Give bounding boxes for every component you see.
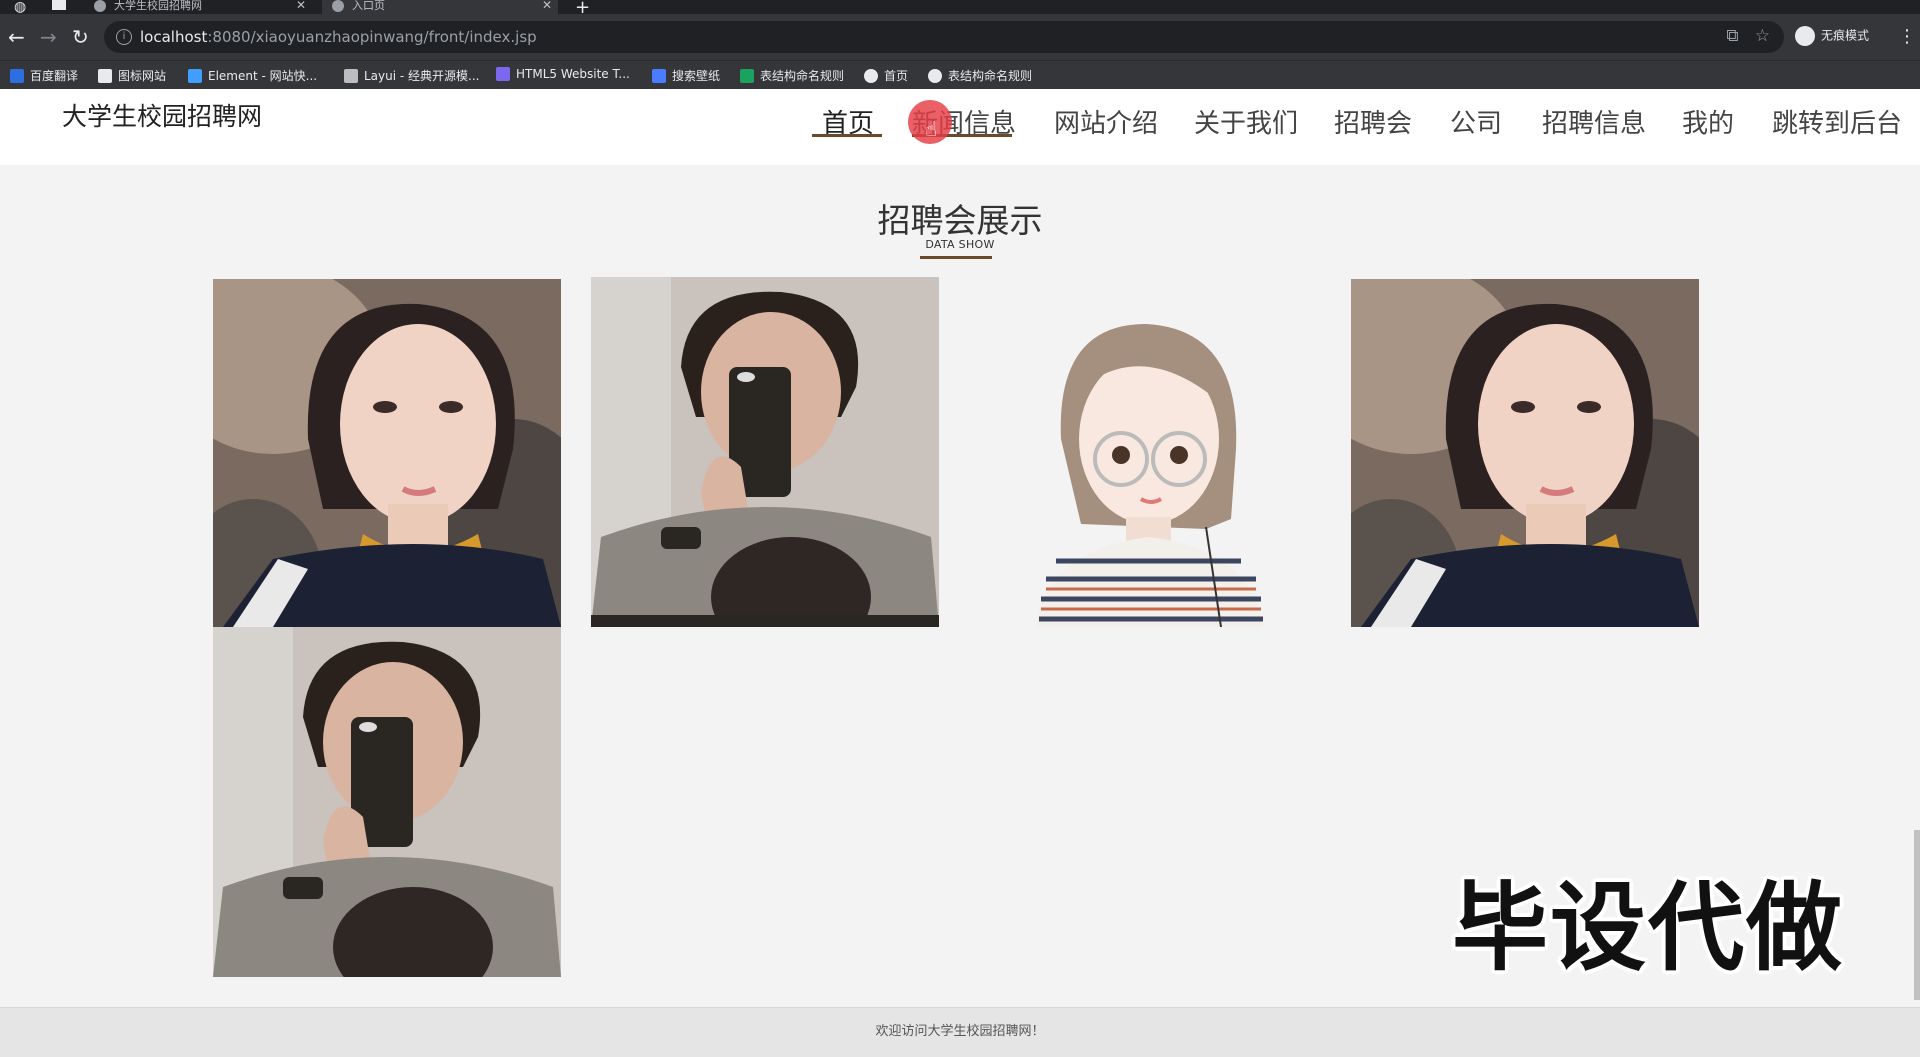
site-header: 大学生校园招聘网 首页 新闻信息 网站介绍 关于我们 招聘会 公司 招聘信息 我…	[0, 89, 1920, 165]
bookmarks-bar: 百度翻译 图标网站 Element - 网站快... Layui - 经典开源模…	[0, 60, 1920, 89]
flag-icon	[98, 69, 112, 83]
job-fair-item[interactable]	[1001, 279, 1349, 627]
nav-mine[interactable]: 我的	[1682, 103, 1734, 140]
globe-icon	[928, 69, 942, 83]
nav-site-intro[interactable]: 网站介绍	[1054, 103, 1158, 140]
bookmark-item[interactable]: Element - 网站快...	[188, 67, 317, 84]
address-url[interactable]: localhost:8080/xiaoyuanzhaopinwang/front…	[140, 28, 537, 46]
nav-company[interactable]: 公司	[1450, 103, 1502, 140]
tab-title: 大学生校园招聘网	[114, 0, 202, 12]
bookmark-item[interactable]: 搜索壁纸	[652, 67, 720, 84]
nav-job-info[interactable]: 招聘信息	[1542, 103, 1646, 140]
bookmark-label: Element - 网站快...	[208, 69, 318, 83]
menu-icon[interactable]: ⋮	[1898, 26, 1916, 47]
section-title-underline	[920, 256, 992, 259]
toolbar-right-icons: ⧉ ☆	[1726, 26, 1770, 46]
bookmark-label: 图标网站	[118, 69, 167, 83]
incognito-icon	[1795, 26, 1815, 46]
forward-icon[interactable]: →	[40, 22, 57, 52]
nav-about-us[interactable]: 关于我们	[1194, 103, 1298, 140]
nav-job-fair[interactable]: 招聘会	[1334, 103, 1412, 140]
site-footer: 欢迎访问大学生校园招聘网！	[0, 1007, 1920, 1057]
sheet-icon	[740, 69, 754, 83]
html5-icon	[496, 67, 510, 81]
job-fair-item[interactable]	[1351, 279, 1699, 627]
scrollbar-thumb[interactable]	[1914, 830, 1920, 1000]
bookmark-item[interactable]: 表结构命名规则	[740, 67, 844, 84]
bookmark-item[interactable]: 图标网站	[98, 67, 166, 84]
site-logo[interactable]: 大学生校园招聘网	[62, 97, 262, 133]
job-fair-item[interactable]	[213, 279, 561, 627]
bookmark-label: Layui - 经典开源模...	[364, 69, 480, 83]
close-icon[interactable]: ✕	[296, 0, 306, 11]
job-fair-item[interactable]	[591, 277, 939, 627]
section-title: 招聘会展示	[877, 201, 1043, 240]
girl-photo-icon	[1351, 279, 1699, 627]
bookmark-label: 首页	[884, 69, 909, 83]
wallpaper-icon	[652, 69, 666, 83]
translate-icon[interactable]: ⧉	[1726, 26, 1738, 46]
layui-icon	[344, 69, 358, 83]
bookmark-item[interactable]: HTML5 Website T...	[496, 67, 630, 81]
cartoon-girl-icon	[1001, 279, 1349, 627]
tab-2[interactable]: 入口页 ✕	[322, 0, 558, 14]
footer-text: 欢迎访问大学生校园招聘网！	[875, 1024, 1045, 1039]
star-icon[interactable]: ☆	[1755, 26, 1770, 46]
bookmark-label: 搜索壁纸	[672, 69, 721, 83]
bookmark-item[interactable]: Layui - 经典开源模...	[344, 67, 479, 84]
bookmark-label: 表结构命名规则	[760, 69, 845, 83]
bookmark-item[interactable]: 表结构命名规则	[928, 67, 1032, 84]
bookmark-label: HTML5 Website T...	[516, 67, 630, 81]
bookmark-item[interactable]: 首页	[864, 67, 908, 84]
tab-1[interactable]: 大学生校园招聘网 ✕	[94, 0, 312, 14]
element-icon	[188, 69, 202, 83]
boy-mirror-selfie-icon	[213, 627, 561, 977]
bookmark-label: 百度翻译	[30, 69, 79, 83]
browser-toolbar: ← → ↻ i localhost:8080/xiaoyuanzhaopinwa…	[0, 14, 1920, 60]
boy-mirror-selfie-icon	[591, 277, 939, 627]
bookmark-item[interactable]: 百度翻译	[10, 67, 78, 84]
tab-title: 入口页	[352, 0, 385, 12]
incognito-label: 无痕模式	[1821, 28, 1870, 43]
url-host: localhost	[140, 28, 208, 46]
reload-icon[interactable]: ↻	[72, 22, 89, 52]
incognito-indicator[interactable]: 无痕模式	[1795, 26, 1869, 46]
hand-pointer-icon: ☝	[925, 117, 938, 141]
job-fair-item[interactable]	[213, 627, 561, 977]
window-icon	[52, 0, 66, 10]
globe-icon	[864, 69, 878, 83]
address-bar[interactable]: i localhost:8080/xiaoyuanzhaopinwang/fro…	[104, 21, 1784, 53]
browser-tabstrip: ◍ 大学生校园招聘网 ✕ 入口页 ✕ +	[0, 0, 1920, 18]
back-icon[interactable]: ←	[8, 22, 25, 52]
close-icon[interactable]: ✕	[542, 0, 552, 11]
tab-favicon-icon	[94, 0, 106, 12]
nav-active-underline	[812, 134, 882, 137]
girl-photo-icon	[213, 279, 561, 627]
section-subtitle: DATA SHOW	[925, 238, 995, 251]
watermark-text: 毕设代做	[1452, 872, 1844, 984]
tab-favicon-icon	[332, 0, 344, 12]
bookmark-favicon-icon	[10, 69, 24, 83]
bookmark-label: 表结构命名规则	[948, 69, 1033, 83]
info-icon[interactable]: i	[116, 29, 132, 45]
nav-admin[interactable]: 跳转到后台	[1772, 103, 1902, 140]
url-path: :8080/xiaoyuanzhaopinwang/front/index.js…	[207, 28, 537, 46]
